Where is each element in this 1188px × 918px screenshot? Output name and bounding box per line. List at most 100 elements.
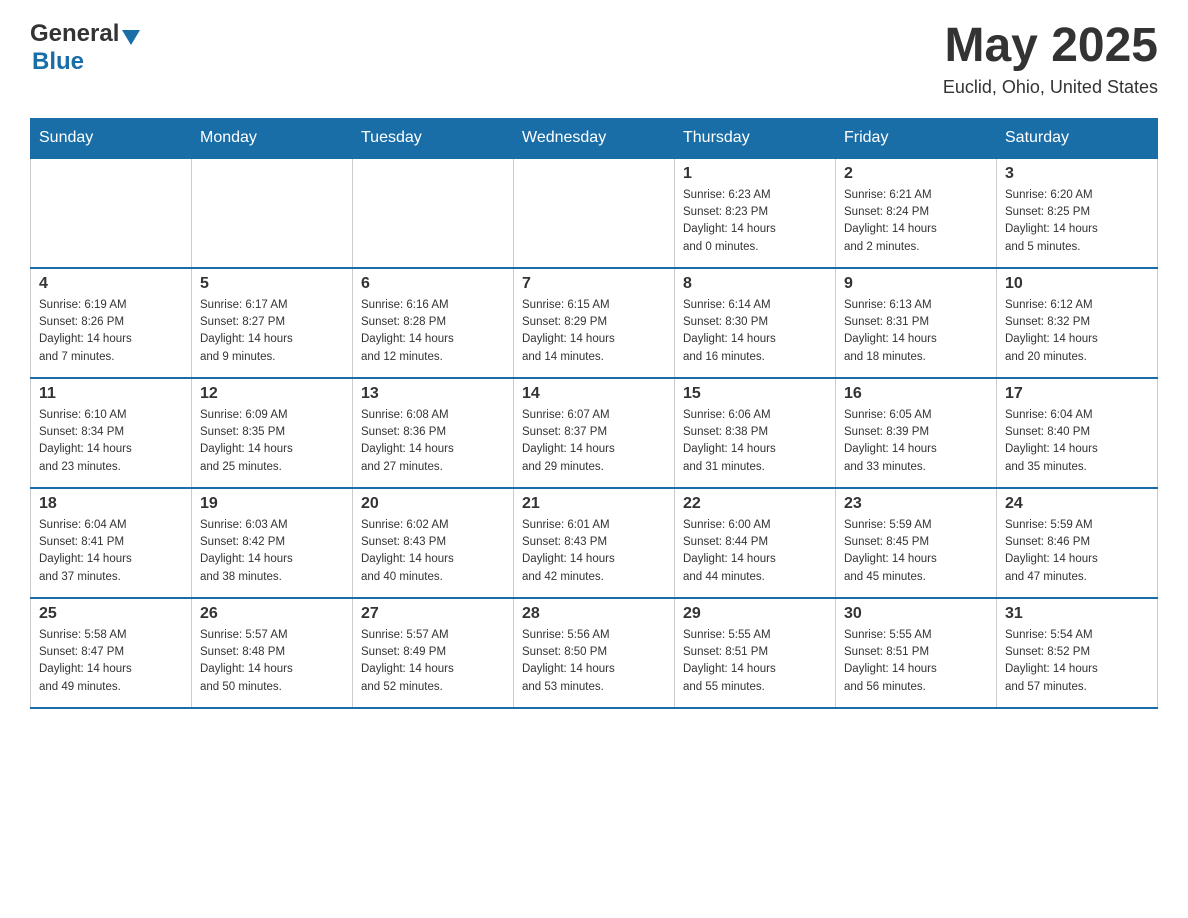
calendar-week-row: 4Sunrise: 6:19 AM Sunset: 8:26 PM Daylig…	[31, 268, 1158, 378]
weekday-header-friday: Friday	[836, 118, 997, 158]
calendar-cell: 14 Sunrise: 6:07 AM Sunset: 8:37 PM Dayli…	[514, 378, 675, 488]
calendar-cell	[192, 158, 353, 268]
day-info: Sunrise: 6:13 AM Sunset: 8:31 PM Dayligh…	[844, 297, 988, 366]
weekday-header-thursday: Thursday	[675, 118, 836, 158]
day-number: 9	[844, 275, 988, 293]
day-info: Sunrise: 6:09 AM Sunset: 8:35 PM Dayligh…	[200, 407, 344, 476]
day-info: Sunrise: 5:59 AM Sunset: 8:45 PM Dayligh…	[844, 517, 988, 586]
day-number: 20	[361, 495, 505, 513]
calendar-cell: 23 Sunrise: 5:59 AM Sunset: 8:45 PM Dayli…	[836, 488, 997, 598]
day-number: 3	[1005, 165, 1149, 183]
day-number: 30	[844, 605, 988, 623]
calendar-cell: 13 Sunrise: 6:08 AM Sunset: 8:36 PM Dayli…	[353, 378, 514, 488]
day-info: Sunrise: 5:57 AM Sunset: 8:48 PM Dayligh…	[200, 627, 344, 696]
calendar-cell: 21 Sunrise: 6:01 AM Sunset: 8:43 PM Dayli…	[514, 488, 675, 598]
day-info: Sunrise: 6:14 AM Sunset: 8:30 PM Dayligh…	[683, 297, 827, 366]
day-info: Sunrise: 5:57 AM Sunset: 8:49 PM Dayligh…	[361, 627, 505, 696]
day-info: Sunrise: 5:59 AM Sunset: 8:46 PM Dayligh…	[1005, 517, 1149, 586]
calendar-subtitle: Euclid, Ohio, United States	[943, 77, 1158, 98]
day-number: 2	[844, 165, 988, 183]
calendar-cell: 31 Sunrise: 5:54 AM Sunset: 8:52 PM Dayli…	[997, 598, 1158, 708]
calendar-cell: 18 Sunrise: 6:04 AM Sunset: 8:41 PM Dayli…	[31, 488, 192, 598]
calendar-cell: 6 Sunrise: 6:16 AM Sunset: 8:28 PM Daylig…	[353, 268, 514, 378]
calendar-cell: 19Sunrise: 6:03 AM Sunset: 8:42 PM Dayli…	[192, 488, 353, 598]
day-info: Sunrise: 6:12 AM Sunset: 8:32 PM Dayligh…	[1005, 297, 1149, 366]
day-number: 17	[1005, 385, 1149, 403]
calendar-cell: 16Sunrise: 6:05 AM Sunset: 8:39 PM Dayli…	[836, 378, 997, 488]
day-info: Sunrise: 6:04 AM Sunset: 8:41 PM Dayligh…	[39, 517, 183, 586]
calendar-week-row: 11Sunrise: 6:10 AM Sunset: 8:34 PM Dayli…	[31, 378, 1158, 488]
calendar-cell: 15 Sunrise: 6:06 AM Sunset: 8:38 PM Dayli…	[675, 378, 836, 488]
day-number: 13	[361, 385, 505, 403]
day-number: 5	[200, 275, 344, 293]
day-info: Sunrise: 5:56 AM Sunset: 8:50 PM Dayligh…	[522, 627, 666, 696]
day-number: 16	[844, 385, 988, 403]
day-number: 22	[683, 495, 827, 513]
calendar-cell: 11Sunrise: 6:10 AM Sunset: 8:34 PM Dayli…	[31, 378, 192, 488]
calendar-week-row: 1Sunrise: 6:23 AM Sunset: 8:23 PM Daylig…	[31, 158, 1158, 268]
day-info: Sunrise: 6:07 AM Sunset: 8:37 PM Dayligh…	[522, 407, 666, 476]
day-number: 26	[200, 605, 344, 623]
logo-blue-text: Blue	[32, 48, 84, 75]
day-number: 23	[844, 495, 988, 513]
day-number: 18	[39, 495, 183, 513]
day-info: Sunrise: 6:15 AM Sunset: 8:29 PM Dayligh…	[522, 297, 666, 366]
day-number: 31	[1005, 605, 1149, 623]
day-number: 15	[683, 385, 827, 403]
weekday-header-monday: Monday	[192, 118, 353, 158]
weekday-header-tuesday: Tuesday	[353, 118, 514, 158]
calendar-cell	[31, 158, 192, 268]
day-info: Sunrise: 6:21 AM Sunset: 8:24 PM Dayligh…	[844, 187, 988, 256]
calendar-cell: 28Sunrise: 5:56 AM Sunset: 8:50 PM Dayli…	[514, 598, 675, 708]
weekday-header-saturday: Saturday	[997, 118, 1158, 158]
day-info: Sunrise: 6:06 AM Sunset: 8:38 PM Dayligh…	[683, 407, 827, 476]
calendar-cell: 9 Sunrise: 6:13 AM Sunset: 8:31 PM Daylig…	[836, 268, 997, 378]
calendar-cell: 1Sunrise: 6:23 AM Sunset: 8:23 PM Daylig…	[675, 158, 836, 268]
calendar-cell: 7Sunrise: 6:15 AM Sunset: 8:29 PM Daylig…	[514, 268, 675, 378]
day-info: Sunrise: 6:02 AM Sunset: 8:43 PM Dayligh…	[361, 517, 505, 586]
day-number: 8	[683, 275, 827, 293]
logo-triangle-icon	[122, 30, 140, 45]
day-number: 24	[1005, 495, 1149, 513]
day-info: Sunrise: 6:00 AM Sunset: 8:44 PM Dayligh…	[683, 517, 827, 586]
calendar-cell: 10 Sunrise: 6:12 AM Sunset: 8:32 PM Dayli…	[997, 268, 1158, 378]
day-info: Sunrise: 6:01 AM Sunset: 8:43 PM Dayligh…	[522, 517, 666, 586]
weekday-header-sunday: Sunday	[31, 118, 192, 158]
day-number: 6	[361, 275, 505, 293]
day-info: Sunrise: 6:10 AM Sunset: 8:34 PM Dayligh…	[39, 407, 183, 476]
day-info: Sunrise: 6:08 AM Sunset: 8:36 PM Dayligh…	[361, 407, 505, 476]
calendar-week-row: 18 Sunrise: 6:04 AM Sunset: 8:41 PM Dayli…	[31, 488, 1158, 598]
day-info: Sunrise: 6:23 AM Sunset: 8:23 PM Dayligh…	[683, 187, 827, 256]
page-header: General Blue May 2025 Euclid, Ohio, Unit…	[30, 20, 1158, 98]
calendar-cell: 20 Sunrise: 6:02 AM Sunset: 8:43 PM Dayli…	[353, 488, 514, 598]
day-number: 21	[522, 495, 666, 513]
calendar-cell: 24 Sunrise: 5:59 AM Sunset: 8:46 PM Dayli…	[997, 488, 1158, 598]
day-number: 12	[200, 385, 344, 403]
day-info: Sunrise: 5:58 AM Sunset: 8:47 PM Dayligh…	[39, 627, 183, 696]
day-info: Sunrise: 5:55 AM Sunset: 8:51 PM Dayligh…	[844, 627, 988, 696]
calendar-cell: 29Sunrise: 5:55 AM Sunset: 8:51 PM Dayli…	[675, 598, 836, 708]
day-info: Sunrise: 6:20 AM Sunset: 8:25 PM Dayligh…	[1005, 187, 1149, 256]
day-number: 4	[39, 275, 183, 293]
day-number: 14	[522, 385, 666, 403]
calendar-cell: 30 Sunrise: 5:55 AM Sunset: 8:51 PM Dayli…	[836, 598, 997, 708]
day-number: 25	[39, 605, 183, 623]
calendar-cell: 27 Sunrise: 5:57 AM Sunset: 8:49 PM Dayli…	[353, 598, 514, 708]
calendar-cell	[353, 158, 514, 268]
calendar-cell: 3 Sunrise: 6:20 AM Sunset: 8:25 PM Daylig…	[997, 158, 1158, 268]
day-number: 10	[1005, 275, 1149, 293]
day-info: Sunrise: 5:55 AM Sunset: 8:51 PM Dayligh…	[683, 627, 827, 696]
calendar-table: SundayMondayTuesdayWednesdayThursdayFrid…	[30, 118, 1158, 709]
day-info: Sunrise: 6:03 AM Sunset: 8:42 PM Dayligh…	[200, 517, 344, 586]
weekday-header-row: SundayMondayTuesdayWednesdayThursdayFrid…	[31, 118, 1158, 158]
title-area: May 2025 Euclid, Ohio, United States	[943, 20, 1158, 98]
calendar-cell: 26 Sunrise: 5:57 AM Sunset: 8:48 PM Dayli…	[192, 598, 353, 708]
day-number: 27	[361, 605, 505, 623]
calendar-cell	[514, 158, 675, 268]
day-info: Sunrise: 6:16 AM Sunset: 8:28 PM Dayligh…	[361, 297, 505, 366]
calendar-cell: 25 Sunrise: 5:58 AM Sunset: 8:47 PM Dayli…	[31, 598, 192, 708]
calendar-cell: 5Sunrise: 6:17 AM Sunset: 8:27 PM Daylig…	[192, 268, 353, 378]
calendar-cell: 17Sunrise: 6:04 AM Sunset: 8:40 PM Dayli…	[997, 378, 1158, 488]
calendar-week-row: 25 Sunrise: 5:58 AM Sunset: 8:47 PM Dayli…	[31, 598, 1158, 708]
day-info: Sunrise: 5:54 AM Sunset: 8:52 PM Dayligh…	[1005, 627, 1149, 696]
